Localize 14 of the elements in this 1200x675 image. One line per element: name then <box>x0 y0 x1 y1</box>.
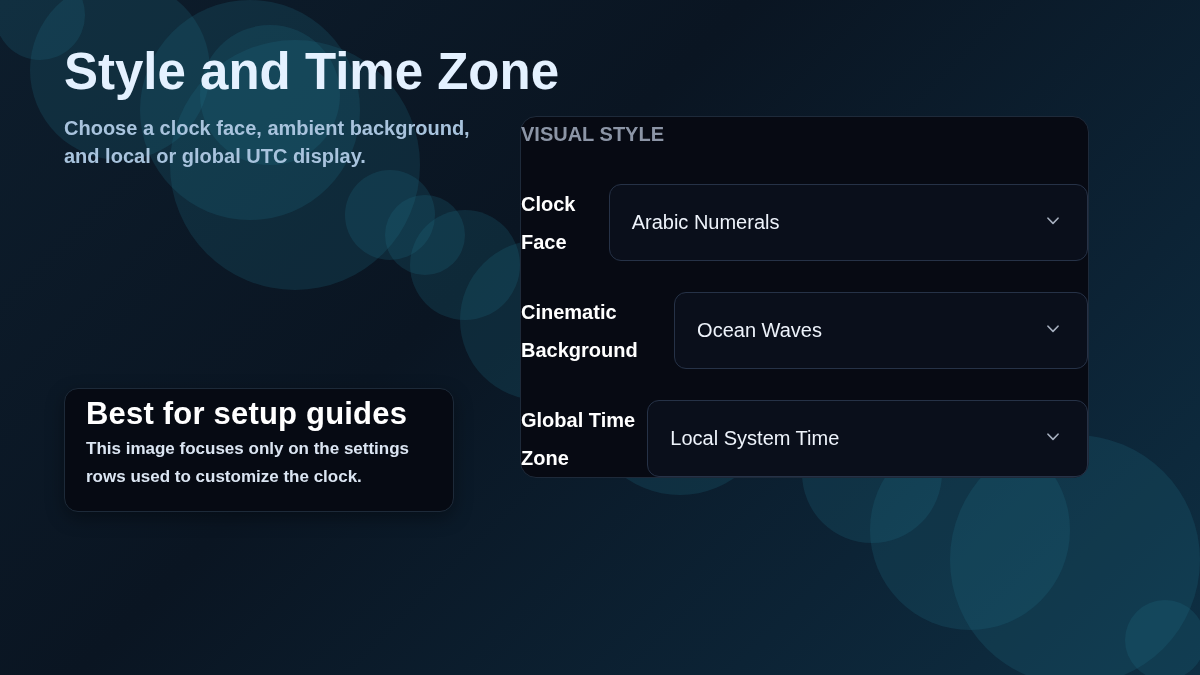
page-title: Style and Time Zone <box>64 42 559 102</box>
page-subtitle: Choose a clock face, ambient background, and local or global UTC display. <box>64 116 471 169</box>
dropdown[interactable]: Ocean Waves <box>674 292 1088 369</box>
dropdown[interactable]: Arabic Numerals <box>608 184 1088 261</box>
setting-label: Clock Face <box>521 191 577 255</box>
setting-label: Global Time Zone <box>521 407 637 471</box>
chevron-down-icon <box>1047 216 1059 225</box>
chevron-down-icon <box>1047 324 1059 333</box>
dropdown[interactable]: Local System Time <box>647 400 1088 477</box>
chevron-down-icon <box>1047 432 1059 441</box>
note-title: Best for setup guides <box>86 395 409 433</box>
setting-label: Cinematic Background <box>521 299 639 363</box>
section-heading: VISUAL STYLE <box>521 122 665 147</box>
note-text: This image focuses only on the settings rows used to customize the clock. <box>86 438 411 488</box>
